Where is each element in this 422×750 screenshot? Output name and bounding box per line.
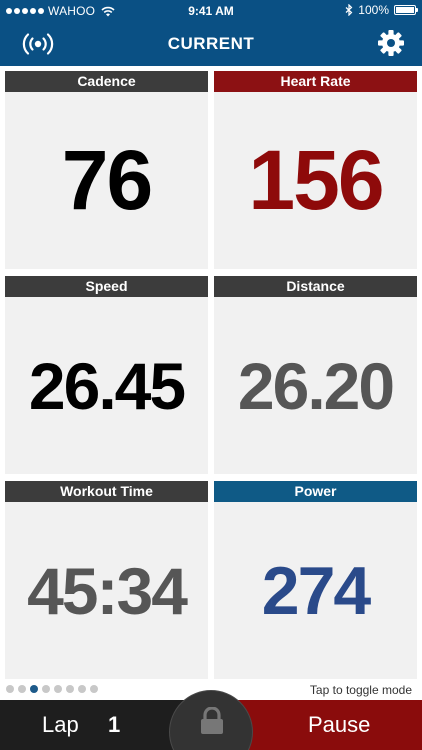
tile-distance[interactable]: Distance 26.20 [214, 276, 417, 474]
pause-label: Pause [308, 712, 371, 737]
page-title: CURRENT [167, 34, 255, 53]
page-control[interactable] [6, 685, 98, 693]
page-dot[interactable] [78, 685, 86, 693]
tile-label: Distance [214, 276, 417, 297]
page-dot[interactable] [42, 685, 50, 693]
lap-number: 1 [108, 712, 121, 737]
tile-label: Speed [5, 276, 208, 297]
tile-value: 156 [248, 133, 384, 227]
tile-value: 45:34 [27, 553, 188, 628]
tile-cadence[interactable]: Cadence 76 [5, 71, 208, 269]
bluetooth-icon [345, 4, 353, 16]
battery-percent: 100% [358, 3, 389, 17]
bottom-bar: Lap 1 Pause [0, 690, 422, 750]
lap-label: Lap [42, 712, 79, 737]
page-dot[interactable] [54, 685, 62, 693]
tile-label: Power [214, 481, 417, 502]
battery-icon [394, 5, 418, 15]
tile-value: 274 [261, 552, 371, 629]
tile-workout-time[interactable]: Workout Time 45:34 [5, 481, 208, 679]
app-screen: WAHOO 9:41 AM 100% CURRENT Cadence 76 He… [0, 0, 422, 750]
tile-speed[interactable]: Speed 26.45 [5, 276, 208, 474]
toggle-mode-hint[interactable]: Tap to toggle mode [310, 683, 412, 697]
tile-label: Workout Time [5, 481, 208, 502]
tile-label: Heart Rate [214, 71, 417, 92]
settings-button[interactable] [376, 28, 406, 58]
page-dot[interactable] [66, 685, 74, 693]
page-dot[interactable] [6, 685, 14, 693]
tile-heart-rate[interactable]: Heart Rate 156 [214, 71, 417, 269]
top-bar: WAHOO 9:41 AM 100% CURRENT [0, 0, 422, 66]
nav-bar: CURRENT [0, 22, 422, 66]
tile-label: Cadence [5, 71, 208, 92]
status-right: 100% [345, 3, 418, 17]
status-bar: WAHOO 9:41 AM 100% [0, 0, 422, 22]
page-dot[interactable] [90, 685, 98, 693]
page-dot[interactable] [30, 685, 38, 693]
lock-icon [201, 707, 223, 734]
page-dot[interactable] [18, 685, 26, 693]
tile-value: 26.45 [28, 348, 186, 423]
tile-power[interactable]: Power 274 [214, 481, 417, 679]
tile-value: 76 [61, 133, 153, 227]
gear-icon [378, 30, 404, 56]
lock-button[interactable] [169, 690, 253, 750]
tile-value: 26.20 [237, 348, 395, 423]
